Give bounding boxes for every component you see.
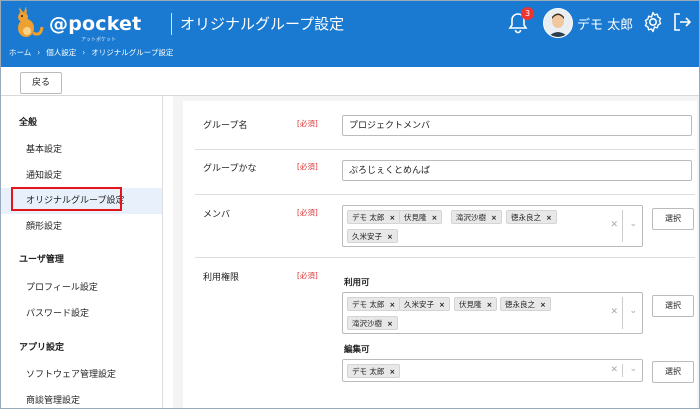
editable-multiselect[interactable]: デモ 太郎 × ✕ ⌄: [342, 359, 643, 382]
usable-select-button[interactable]: 選択: [652, 295, 694, 317]
remove-icon[interactable]: ×: [491, 214, 497, 222]
group-kana-input[interactable]: ぷろじぇくとめんば: [342, 160, 692, 181]
notification-badge: 3: [521, 7, 534, 20]
sidebar-item-password-settings[interactable]: パスワード設定: [1, 301, 162, 327]
required-badge: [必須]: [297, 208, 318, 217]
row-divider: [195, 149, 695, 150]
back-button[interactable]: 戻る: [20, 72, 62, 94]
page-title: オリジナルグループ設定: [180, 15, 345, 33]
remove-icon[interactable]: ×: [432, 214, 438, 222]
brand-subtitle: アットポケット: [81, 37, 117, 43]
select-divider: [622, 210, 623, 242]
clear-icon[interactable]: ✕: [610, 307, 618, 317]
usable-chip[interactable]: 徳永良之 ×: [500, 297, 551, 311]
chevron-down-icon[interactable]: ⌄: [629, 306, 637, 316]
brand-name: @pocket: [49, 13, 142, 35]
group-name-input[interactable]: プロジェクトメンバ: [342, 115, 692, 136]
sidebar-item-basic-settings[interactable]: 基本設定: [1, 137, 162, 163]
required-badge: [必須]: [297, 162, 318, 171]
breadcrumb-home[interactable]: ホーム: [9, 48, 31, 57]
group-form: グループ名 [必須] プロジェクトメンバ グループかな [必須] ぷろじぇくとめ…: [183, 101, 697, 408]
chevron-down-icon[interactable]: ⌄: [629, 364, 637, 374]
remove-icon[interactable]: ×: [487, 301, 493, 309]
editable-chip[interactable]: デモ 太郎 ×: [347, 364, 401, 378]
usable-chip[interactable]: 伏見隆 ×: [454, 297, 498, 311]
usable-multiselect[interactable]: デモ 太郎 × 久米安子 × 伏見隆 × 徳永良之 × 滝沢沙樹 × ✕ ⌄: [342, 292, 643, 334]
clear-icon[interactable]: ✕: [610, 220, 618, 230]
member-chip[interactable]: 伏見隆 ×: [399, 210, 443, 224]
row-divider: [195, 194, 695, 195]
required-badge: [必須]: [297, 119, 318, 128]
gear-icon[interactable]: [641, 10, 665, 34]
remove-icon[interactable]: ×: [439, 301, 445, 309]
clear-icon[interactable]: ✕: [610, 365, 618, 375]
user-photo-icon: [544, 9, 572, 37]
sidebar-heading-user-management: ユーザ管理: [19, 255, 64, 265]
usable-chip[interactable]: 久米安子 ×: [399, 297, 450, 311]
app-header: @pocket アットポケット オリジナルグループ設定 3 デモ 太郎 ホーム …: [1, 1, 699, 67]
members-label: メンバ: [203, 210, 231, 220]
select-divider: [622, 297, 623, 329]
sidebar-item-deal-management[interactable]: 商談管理設定: [1, 388, 162, 408]
sidebar-item-profile-settings[interactable]: プロフィール設定: [1, 275, 162, 301]
member-chip[interactable]: 久米安子 ×: [347, 229, 398, 243]
member-chip[interactable]: デモ 太郎 ×: [347, 210, 401, 224]
sidebar-item-notification-settings[interactable]: 通知設定: [1, 163, 162, 189]
app-window: @pocket アットポケット オリジナルグループ設定 3 デモ 太郎 ホーム …: [0, 0, 700, 409]
remove-icon[interactable]: ×: [387, 233, 393, 241]
user-name[interactable]: デモ 太郎: [577, 14, 633, 33]
required-badge: [必須]: [297, 271, 318, 280]
group-kana-label: グループかな: [203, 164, 257, 174]
title-divider: [171, 13, 172, 35]
sidebar-heading-general: 全般: [19, 118, 38, 128]
member-chip[interactable]: 滝沢沙樹 ×: [451, 210, 502, 224]
remove-icon[interactable]: ×: [389, 368, 395, 376]
kangaroo-mascot-icon: [18, 7, 44, 37]
breadcrumb-personal-settings[interactable]: 個人設定: [46, 48, 76, 57]
group-name-label: グループ名: [203, 121, 248, 131]
main-content: グループ名 [必須] プロジェクトメンバ グループかな [必須] ぷろじぇくとめ…: [173, 96, 699, 408]
remove-icon[interactable]: ×: [389, 214, 395, 222]
row-divider: [195, 257, 695, 258]
members-select-button[interactable]: 選択: [652, 208, 694, 230]
editable-label: 編集可: [344, 345, 370, 355]
breadcrumb-separator-icon: ›: [82, 48, 86, 57]
chevron-down-icon[interactable]: ⌄: [629, 219, 637, 229]
usable-chip[interactable]: 滝沢沙樹 ×: [347, 316, 398, 330]
remove-icon[interactable]: ×: [540, 301, 546, 309]
sidebar: 全般 基本設定 通知設定 オリジナルグループ設定 顔形設定 ユーザ管理 プロフィ…: [1, 96, 163, 408]
sidebar-item-software-management[interactable]: ソフトウェア管理設定: [1, 362, 162, 388]
select-divider: [622, 364, 623, 377]
highlight-annotation-box: [11, 187, 122, 211]
remove-icon[interactable]: ×: [546, 214, 552, 222]
usable-label: 利用可: [344, 278, 370, 288]
app-logo[interactable]: @pocket アットポケット: [11, 7, 161, 43]
breadcrumb: ホーム › 個人設定 › オリジナルグループ設定: [9, 47, 173, 58]
usable-chip[interactable]: デモ 太郎 ×: [347, 297, 401, 311]
sidebar-heading-app-settings: アプリ設定: [19, 343, 65, 353]
remove-icon[interactable]: ×: [387, 320, 393, 328]
breadcrumb-current: オリジナルグループ設定: [91, 48, 174, 57]
avatar[interactable]: [543, 8, 573, 38]
member-chip[interactable]: 徳永良之 ×: [506, 210, 557, 224]
logout-icon[interactable]: [671, 11, 693, 33]
permissions-label: 利用権限: [203, 273, 240, 283]
sidebar-item-face-settings[interactable]: 顔形設定: [1, 214, 162, 240]
remove-icon[interactable]: ×: [389, 301, 395, 309]
editable-select-button[interactable]: 選択: [652, 361, 694, 383]
breadcrumb-separator-icon: ›: [37, 48, 41, 57]
members-multiselect[interactable]: デモ 太郎 × 伏見隆 × 滝沢沙樹 × 徳永良之 × 久米安子 × ✕ ⌄: [342, 205, 643, 247]
